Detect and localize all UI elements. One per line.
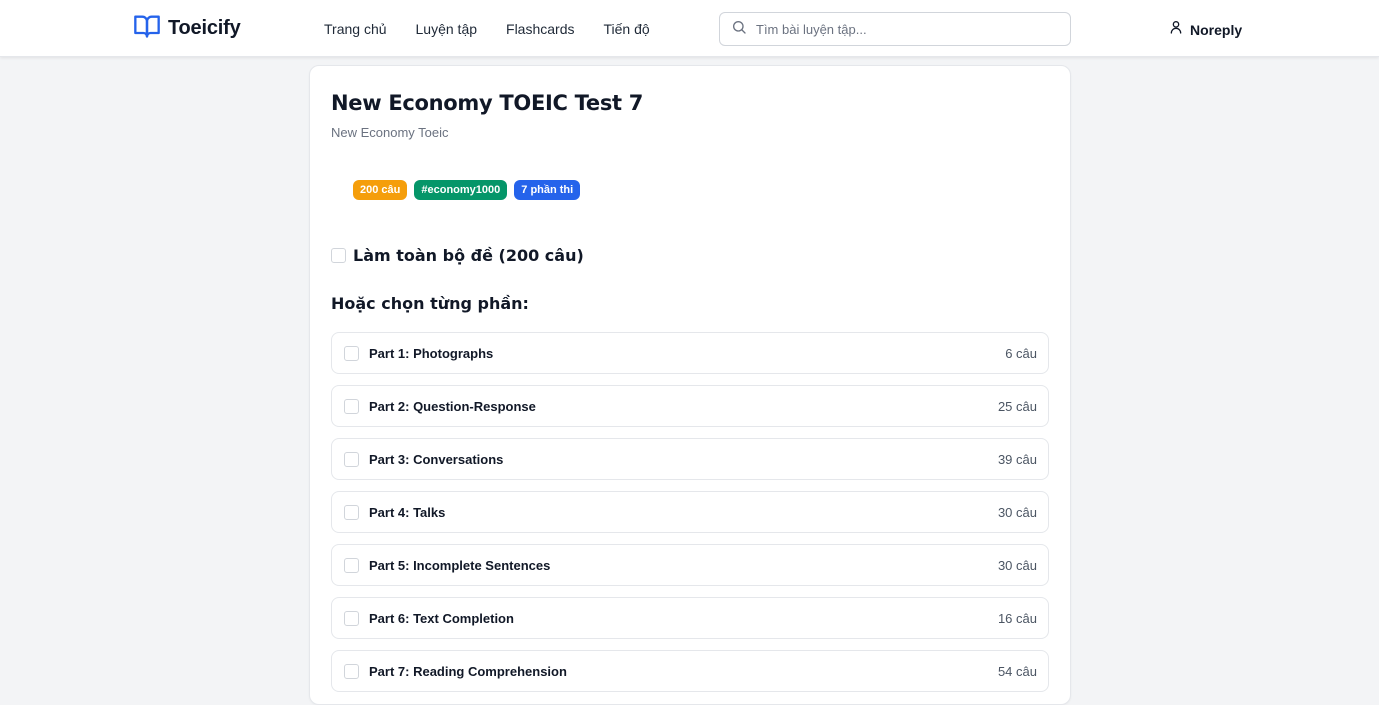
tag-badge[interactable]: #economy1000 [414, 180, 508, 200]
part-question-count: 30 câu [997, 504, 1037, 520]
part-row-5[interactable]: Part 5: Incomplete Sentences 30 câu [331, 544, 1049, 586]
part-label: Part 4: Talks [369, 504, 446, 520]
part-question-count: 6 câu [1005, 345, 1037, 361]
choose-parts-heading: Hoặc chọn từng phần: [331, 294, 529, 313]
search-icon [720, 19, 747, 40]
brand-name: Toeicify [168, 16, 241, 39]
full-test-option[interactable]: Làm toàn bộ đề (200 câu) [331, 246, 584, 265]
test-subtitle: New Economy Toeic [331, 125, 449, 140]
part-question-count: 25 câu [997, 398, 1037, 414]
part-row-4[interactable]: Part 4: Talks 30 câu [331, 491, 1049, 533]
brand-logo[interactable]: Toeicify [133, 14, 241, 42]
part-checkbox[interactable] [344, 610, 359, 626]
book-open-icon [133, 12, 161, 45]
search-box[interactable] [719, 12, 1071, 46]
search-input[interactable] [756, 21, 1056, 37]
part-label: Part 3: Conversations [369, 451, 504, 467]
part-label: Part 2: Question-Response [369, 398, 536, 414]
part-checkbox[interactable] [344, 398, 359, 414]
question-count-badge: 200 câu [353, 180, 408, 200]
part-list: Part 1: Photographs 6 câu Part 2: Questi… [331, 332, 1049, 703]
part-checkbox[interactable] [344, 504, 359, 520]
part-label: Part 5: Incomplete Sentences [369, 557, 551, 573]
badge-list: 200 câu #economy1000 7 phần thi [353, 180, 587, 200]
full-test-checkbox[interactable] [331, 248, 346, 263]
nav-home[interactable]: Trang chủ [324, 20, 387, 38]
part-question-count: 54 câu [997, 663, 1037, 679]
part-label: Part 1: Photographs [369, 345, 494, 361]
full-test-label: Làm toàn bộ đề (200 câu) [353, 246, 584, 265]
part-count-badge: 7 phần thi [514, 180, 581, 200]
test-title: New Economy TOEIC Test 7 [331, 91, 644, 115]
part-question-count: 39 câu [997, 451, 1037, 467]
part-label: Part 7: Reading Comprehension [369, 663, 567, 679]
nav-flashcards[interactable]: Flashcards [506, 20, 574, 38]
part-row-2[interactable]: Part 2: Question-Response 25 câu [331, 385, 1049, 427]
part-checkbox[interactable] [344, 557, 359, 573]
part-row-1[interactable]: Part 1: Photographs 6 câu [331, 332, 1049, 374]
test-detail-card: New Economy TOEIC Test 7 New Economy Toe… [309, 65, 1071, 705]
part-row-6[interactable]: Part 6: Text Completion 16 câu [331, 597, 1049, 639]
user-icon [1168, 19, 1184, 40]
user-name: Noreply [1190, 21, 1243, 38]
nav-progress[interactable]: Tiến độ [603, 20, 649, 38]
nav-practice[interactable]: Luyện tập [416, 20, 478, 38]
user-menu[interactable]: Noreply [1168, 19, 1242, 40]
part-checkbox[interactable] [344, 345, 359, 361]
part-question-count: 16 câu [997, 610, 1037, 626]
part-label: Part 6: Text Completion [369, 610, 514, 626]
part-checkbox[interactable] [344, 663, 359, 679]
main-nav: Trang chủ Luyện tập Flashcards Tiến độ [324, 20, 679, 38]
part-row-7[interactable]: Part 7: Reading Comprehension 54 câu [331, 650, 1049, 692]
top-navbar: Toeicify Trang chủ Luyện tập Flashcards … [0, 0, 1379, 57]
part-row-3[interactable]: Part 3: Conversations 39 câu [331, 438, 1049, 480]
part-checkbox[interactable] [344, 451, 359, 467]
part-question-count: 30 câu [997, 557, 1037, 573]
